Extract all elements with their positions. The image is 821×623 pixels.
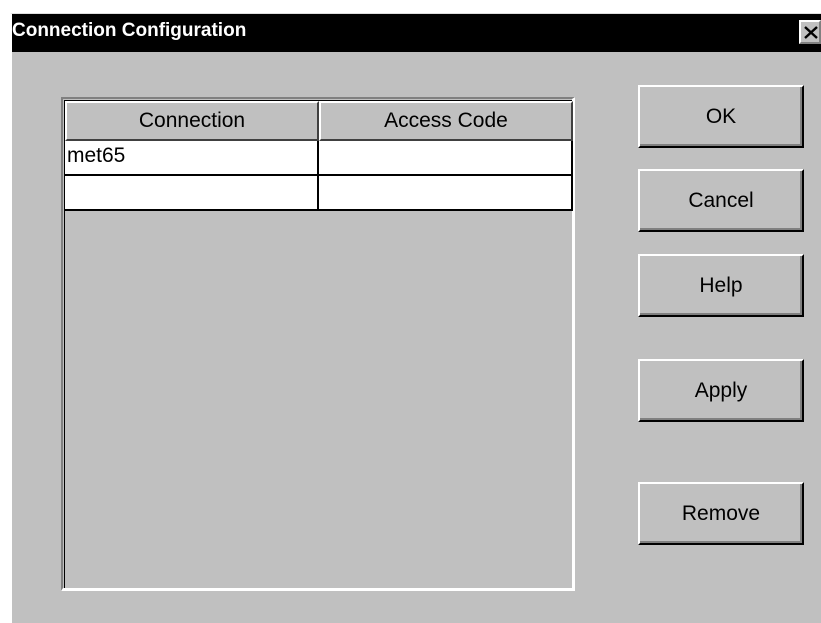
table-header: Connection Access Code xyxy=(65,101,575,141)
connection-cell[interactable] xyxy=(65,176,319,211)
table-row[interactable]: met65 xyxy=(65,141,573,176)
column-header-connection[interactable]: Connection xyxy=(65,101,319,141)
access-code-cell[interactable] xyxy=(319,141,573,176)
close-button[interactable] xyxy=(799,20,821,44)
ok-button[interactable]: OK xyxy=(638,85,804,148)
title-bar[interactable]: Connection Configuration xyxy=(12,14,821,52)
apply-button[interactable]: Apply xyxy=(638,359,804,422)
table-body: Connection Access Code met65 xyxy=(64,100,575,588)
connections-table[interactable]: Connection Access Code met65 xyxy=(61,97,575,591)
remove-button[interactable]: Remove xyxy=(638,482,804,545)
connection-configuration-dialog: Connection Configuration Connection Acce… xyxy=(10,13,821,623)
cancel-button[interactable]: Cancel xyxy=(638,169,804,232)
column-header-access-code[interactable]: Access Code xyxy=(319,101,573,141)
close-icon xyxy=(804,26,818,39)
dialog-title: Connection Configuration xyxy=(12,20,247,41)
help-button[interactable]: Help xyxy=(638,254,804,317)
connection-cell[interactable]: met65 xyxy=(65,141,319,176)
table-row[interactable] xyxy=(65,176,573,211)
access-code-cell[interactable] xyxy=(319,176,573,211)
